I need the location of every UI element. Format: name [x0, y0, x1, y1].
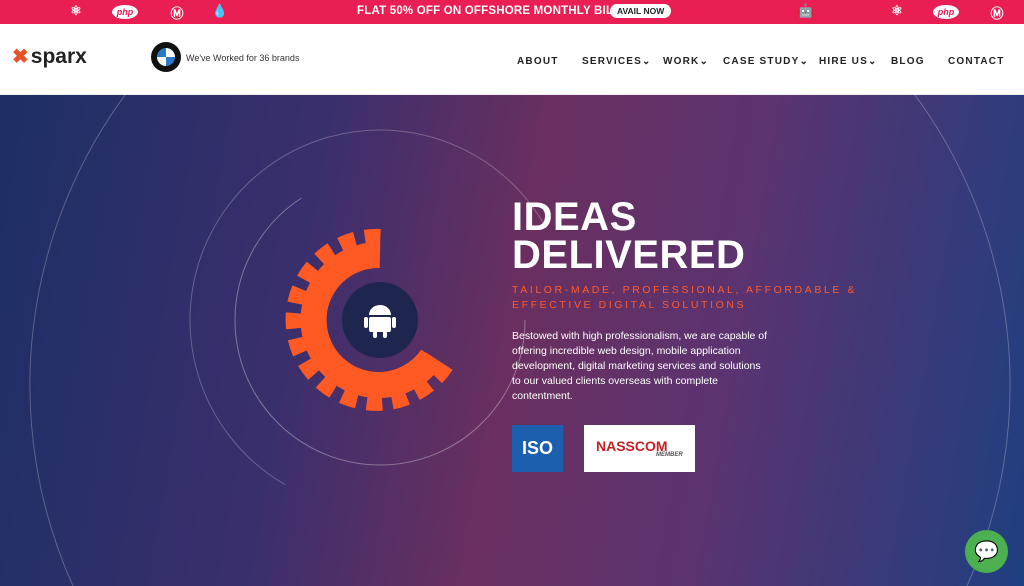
chevron-down-icon: ⌄ [699, 56, 710, 67]
nav-services[interactable]: SERVICES⌄ [582, 56, 652, 67]
logo-text: sparx [30, 44, 87, 68]
chat-button[interactable]: 💬 [965, 530, 1008, 573]
avail-now-button[interactable]: AVAIL NOW [610, 4, 672, 18]
site-header: ✖ sparx We've Worked for 36 brands ABOUT … [0, 24, 1024, 95]
hero-section: IDEAS DELIVERED TAILOR-MADE, PROFESSIONAL… [0, 95, 1024, 586]
promo-message: FLAT 50% OFF ON OFFSHORE MONTHLY BILLING [357, 5, 642, 17]
chevron-down-icon: ⌄ [642, 56, 652, 67]
outer-ring-left [29, 95, 126, 586]
nav-case-study[interactable]: CASE STUDY⌄ [723, 56, 809, 67]
nav-label: SERVICES [582, 56, 642, 67]
brands-text: We've Worked for 36 brands [186, 53, 300, 63]
hero-title: IDEAS DELIVERED [512, 195, 746, 277]
chevron-down-icon: ⌄ [799, 56, 810, 67]
react-icon[interactable]: ⚛ [888, 3, 906, 19]
nav-label: CASE STUDY [723, 56, 800, 67]
sparx-logo[interactable]: ✖ sparx [12, 44, 87, 69]
react-icon[interactable]: ⚛ [67, 3, 85, 19]
nav-blog[interactable]: BLOG [891, 56, 925, 67]
promo-bar: ⚛ php Ⓜ 💧 FLAT 50% OFF ON OFFSHORE MONTH… [0, 0, 1024, 24]
bmw-logo [151, 42, 181, 72]
nav-label: HIRE US [819, 56, 868, 67]
logo-mark-icon: ✖ [12, 46, 29, 68]
android-icon[interactable]: 🤖 [797, 3, 815, 19]
chevron-down-icon: ⌄ [867, 56, 878, 67]
php-icon[interactable]: php [933, 5, 959, 19]
nav-label: WORK [663, 56, 700, 67]
nav-work[interactable]: WORK⌄ [663, 56, 709, 67]
subtitle-line: EFFECTIVE DIGITAL SOLUTIONS [512, 299, 747, 311]
title-line: IDEAS [512, 195, 637, 239]
drupal-icon[interactable]: 💧 [211, 3, 229, 19]
nasscom-badge: NASSCOM MEMBER [584, 425, 695, 472]
hero-subtitle: TAILOR-MADE, PROFESSIONAL, AFFORDABLE & E… [512, 283, 857, 313]
magento-icon[interactable]: Ⓜ [988, 3, 1006, 22]
nav-hire-us[interactable]: HIRE US⌄ [819, 56, 878, 67]
hero-description: Bestowed with high professionalism, we a… [512, 330, 768, 402]
nav-contact[interactable]: CONTACT [948, 56, 1005, 67]
nasscom-member: MEMBER [656, 452, 683, 458]
chat-icon: 💬 [974, 541, 999, 563]
magento-icon[interactable]: Ⓜ [168, 3, 186, 22]
nav-about[interactable]: ABOUT [517, 56, 559, 67]
outer-ring-right [914, 95, 1011, 586]
subtitle-line: TAILOR-MADE, PROFESSIONAL, AFFORDABLE & [512, 284, 858, 296]
php-icon[interactable]: php [112, 5, 138, 19]
title-line: DELIVERED [512, 233, 746, 277]
iso-badge: ISO [512, 425, 563, 472]
